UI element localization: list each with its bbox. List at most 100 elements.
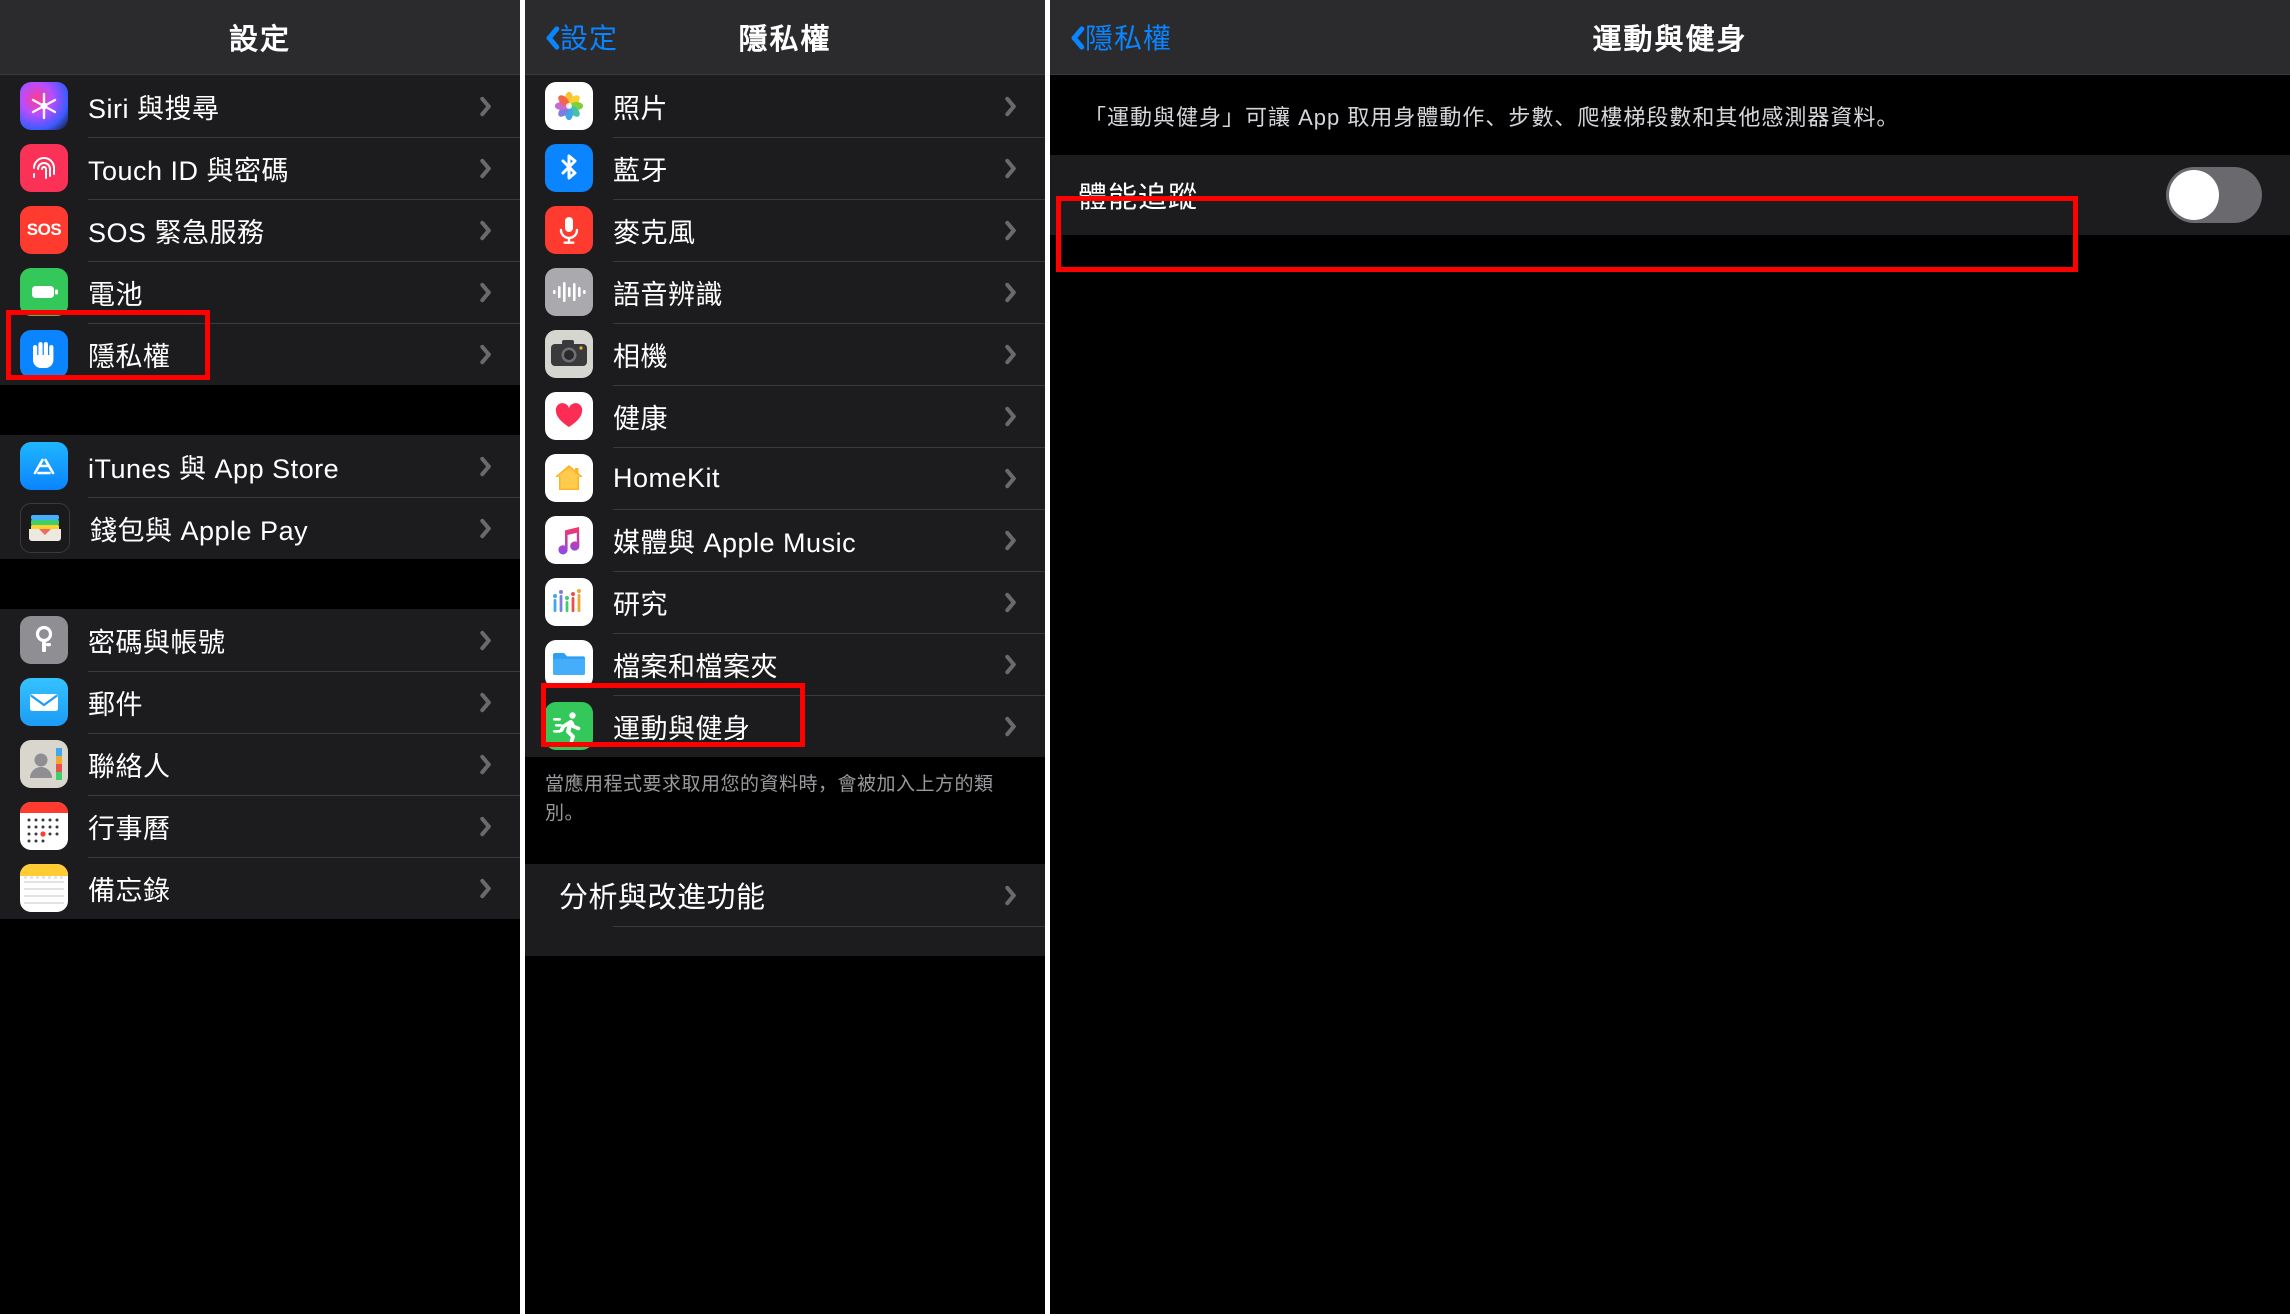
panel3-navbar: 隱私權 運動與健身 xyxy=(1050,0,2290,75)
chevron-right-icon xyxy=(485,690,498,714)
list-item-label: 健康 xyxy=(613,403,668,434)
music-icon xyxy=(545,516,593,564)
sidebar-item-label: 錢包與 Apple Pay xyxy=(90,515,309,546)
fitness-tracking-toggle[interactable] xyxy=(2166,167,2262,224)
fitness-tracking-label: 體能追蹤 xyxy=(1078,182,1199,215)
chevron-left-icon xyxy=(539,22,556,52)
list-item-research[interactable]: 研究 xyxy=(525,571,1045,633)
chevron-right-icon xyxy=(1010,94,1023,118)
privacy-footer-note: 當應用程式要求取用您的資料時，會被加入上方的類別。 xyxy=(525,757,1045,850)
motion-fitness-description: 「運動與健身」可讓 App 取用身體動作、步數、爬樓梯段數和其他感測器資料。 xyxy=(1050,75,2290,156)
sidebar-item-mail[interactable]: 郵件 xyxy=(0,671,520,733)
back-button[interactable]: 隱私權 xyxy=(1050,17,1172,57)
chevron-right-icon xyxy=(1010,528,1023,552)
sidebar-item-label: 備忘錄 xyxy=(88,875,171,906)
chevron-right-icon xyxy=(1010,280,1023,304)
battery-icon xyxy=(20,268,68,316)
list-item-homekit[interactable]: HomeKit xyxy=(525,447,1045,509)
sidebar-item-label: 聯絡人 xyxy=(88,751,171,782)
page-title: 運動與健身 xyxy=(1592,24,1748,56)
chevron-right-icon xyxy=(485,218,498,242)
chevron-right-icon xyxy=(485,876,498,900)
list-item-label: 媒體與 Apple Music xyxy=(613,527,857,558)
privacy-list: 照片 藍牙 麥克風 語音辨識 相機 健康 HomeKit 媒體與 Apple M… xyxy=(525,75,1045,757)
list-item-analytics[interactable]: 分析與改進功能 xyxy=(525,864,1045,926)
list-item-label: 藍牙 xyxy=(613,155,668,186)
chevron-right-icon xyxy=(1010,714,1023,738)
key-icon xyxy=(20,616,68,664)
group-spacer xyxy=(0,559,520,609)
list-item-microphone[interactable]: 麥克風 xyxy=(525,199,1045,261)
sidebar-item-privacy[interactable]: 隱私權 xyxy=(0,323,520,385)
sidebar-item-label: 電池 xyxy=(88,279,143,310)
toggle-knob xyxy=(2169,170,2219,221)
list-item-motion-fitness[interactable]: 運動與健身 xyxy=(525,695,1045,757)
list-item-label: 運動與健身 xyxy=(613,713,751,744)
sidebar-item-contacts[interactable]: 聯絡人 xyxy=(0,733,520,795)
homekit-icon xyxy=(545,454,593,502)
sidebar-item-notes[interactable]: 備忘錄 xyxy=(0,857,520,919)
sidebar-item-wallet-applepay[interactable]: 錢包與 Apple Pay xyxy=(0,497,520,559)
chevron-right-icon xyxy=(1010,404,1023,428)
list-item-speech-recognition[interactable]: 語音辨識 xyxy=(525,261,1045,323)
sidebar-item-sos[interactable]: SOS SOS 緊急服務 xyxy=(0,199,520,261)
touchid-icon xyxy=(20,144,68,192)
chevron-right-icon xyxy=(485,752,498,776)
notes-icon xyxy=(20,864,68,912)
sidebar-item-label: Siri 與搜尋 xyxy=(88,93,220,124)
back-button-label: 隱私權 xyxy=(1085,23,1173,54)
panel2-navbar: 設定 隱私權 xyxy=(525,0,1045,75)
sidebar-item-label: SOS 緊急服務 xyxy=(88,217,265,248)
wallet-icon xyxy=(20,503,70,553)
chevron-right-icon xyxy=(1010,156,1023,180)
chevron-right-icon xyxy=(485,280,498,304)
list-item-label: 語音辨識 xyxy=(613,279,723,310)
panel-settings: 設定 Siri 與搜尋 Touch ID 與密碼 SOS SOS 緊急服務 電池… xyxy=(0,0,520,1314)
list-item-media-apple-music[interactable]: 媒體與 Apple Music xyxy=(525,509,1045,571)
speech-recognition-icon xyxy=(545,268,593,316)
chevron-right-icon xyxy=(1010,883,1023,907)
chevron-right-icon xyxy=(485,516,498,540)
list-item-label: 相機 xyxy=(613,341,668,372)
microphone-icon xyxy=(545,206,593,254)
settings-group-1: Siri 與搜尋 Touch ID 與密碼 SOS SOS 緊急服務 電池 隱私… xyxy=(0,75,520,385)
list-item-label: 分析與改進功能 xyxy=(559,882,766,914)
page-title: 設定 xyxy=(228,24,291,56)
sidebar-item-label: 郵件 xyxy=(88,689,143,720)
mail-icon xyxy=(20,678,68,726)
list-item-label: 研究 xyxy=(613,589,668,620)
group-spacer xyxy=(525,850,1045,864)
research-icon xyxy=(545,578,593,626)
settings-group-3: 密碼與帳號 郵件 聯絡人 行事曆 備忘錄 xyxy=(0,609,520,919)
list-item-health[interactable]: 健康 xyxy=(525,385,1045,447)
sidebar-item-battery[interactable]: 電池 xyxy=(0,261,520,323)
fitness-tracking-row[interactable]: 體能追蹤 xyxy=(1050,155,2290,236)
sidebar-item-label: Touch ID 與密碼 xyxy=(88,155,290,186)
health-icon xyxy=(545,392,593,440)
chevron-right-icon xyxy=(485,628,498,652)
sidebar-item-label: 行事曆 xyxy=(88,813,171,844)
sidebar-item-touchid[interactable]: Touch ID 與密碼 xyxy=(0,137,520,199)
list-item-photos[interactable]: 照片 xyxy=(525,75,1045,137)
panel-privacy: 設定 隱私權 照片 藍牙 麥克風 語音辨識 相機 健康 HomeKit 媒體與 … xyxy=(525,0,1045,1314)
list-item-bluetooth[interactable]: 藍牙 xyxy=(525,137,1045,199)
list-item-analytics-next[interactable] xyxy=(525,926,1045,956)
chevron-right-icon xyxy=(485,454,498,478)
sidebar-item-siri[interactable]: Siri 與搜尋 xyxy=(0,75,520,137)
sidebar-item-label: 密碼與帳號 xyxy=(88,627,226,658)
siri-icon xyxy=(20,82,68,130)
sidebar-item-passwords-accounts[interactable]: 密碼與帳號 xyxy=(0,609,520,671)
chevron-right-icon xyxy=(1010,342,1023,366)
sidebar-item-itunes-appstore[interactable]: iTunes 與 App Store xyxy=(0,435,520,497)
group-spacer xyxy=(0,385,520,435)
chevron-right-icon xyxy=(485,94,498,118)
appstore-icon xyxy=(20,442,68,490)
list-item-label: 檔案和檔案夾 xyxy=(613,651,778,682)
chevron-right-icon xyxy=(1010,652,1023,676)
back-button[interactable]: 設定 xyxy=(525,17,618,57)
chevron-right-icon xyxy=(485,156,498,180)
list-item-files[interactable]: 檔案和檔案夾 xyxy=(525,633,1045,695)
sidebar-item-calendar[interactable]: 行事曆 xyxy=(0,795,520,857)
panel1-navbar: 設定 xyxy=(0,0,520,75)
list-item-camera[interactable]: 相機 xyxy=(525,323,1045,385)
